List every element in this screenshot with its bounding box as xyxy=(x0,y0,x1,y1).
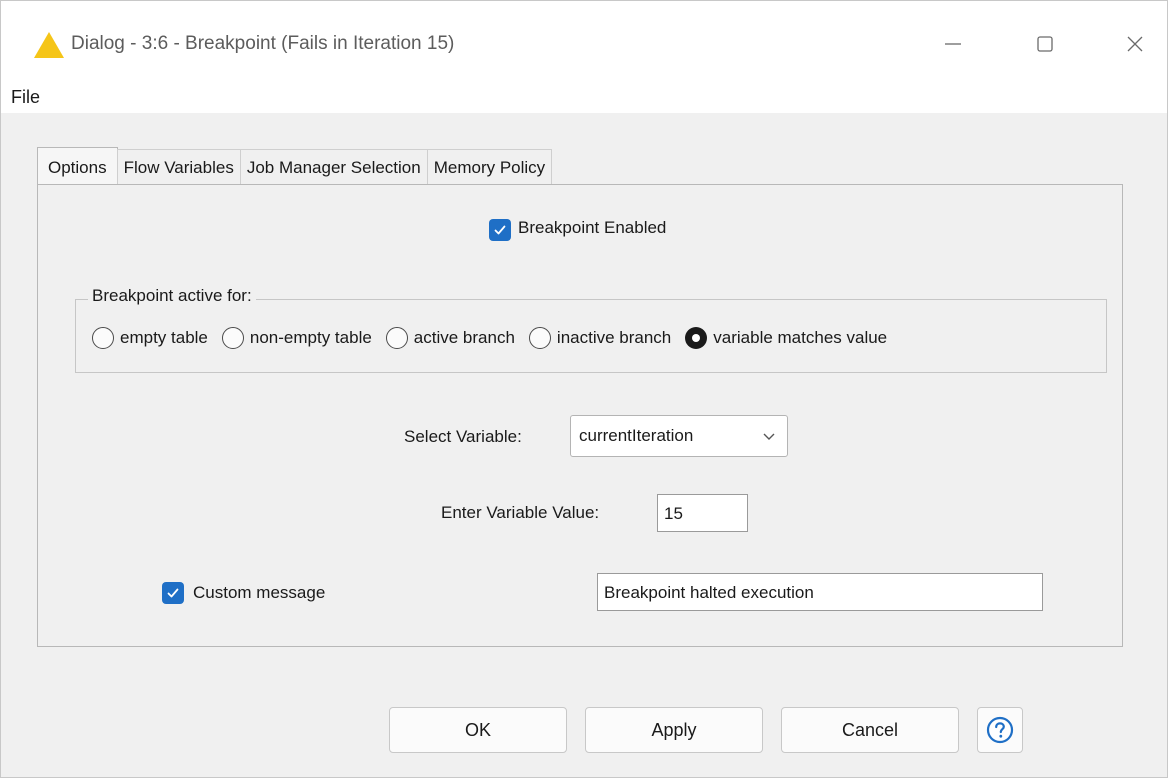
radio-button-selected[interactable] xyxy=(685,327,708,349)
radio-label: variable matches value xyxy=(713,328,888,347)
radio-row: empty table non-empty table active branc… xyxy=(92,327,901,349)
cancel-button[interactable]: Cancel xyxy=(781,707,959,753)
warning-triangle-icon xyxy=(34,32,64,58)
radio-empty-table[interactable]: empty table xyxy=(92,327,208,349)
custom-message-checkbox[interactable] xyxy=(162,582,184,604)
maximize-button[interactable] xyxy=(1015,19,1075,69)
breakpoint-active-group: Breakpoint active for: empty table non-e… xyxy=(75,286,1107,373)
custom-message-label: Custom message xyxy=(193,583,326,602)
radio-variable-matches-value[interactable]: variable matches value xyxy=(685,327,887,349)
radio-non-empty-table[interactable]: non-empty table xyxy=(221,327,372,349)
close-icon xyxy=(1127,36,1143,52)
tab-memory-policy[interactable]: Memory Policy xyxy=(426,149,553,185)
close-button[interactable] xyxy=(1105,19,1165,69)
radio-label: active branch xyxy=(413,328,515,347)
radio-button[interactable] xyxy=(221,327,244,349)
checkmark-icon xyxy=(167,588,179,598)
chevron-down-icon xyxy=(763,433,775,440)
group-title: Breakpoint active for: xyxy=(88,286,256,306)
apply-button[interactable]: Apply xyxy=(585,707,763,753)
radio-label: inactive branch xyxy=(556,328,672,347)
help-button[interactable] xyxy=(977,707,1023,753)
radio-label: empty table xyxy=(120,328,208,347)
tab-flow-variables[interactable]: Flow Variables xyxy=(116,149,241,185)
radio-inactive-branch[interactable]: inactive branch xyxy=(528,327,672,349)
ok-button[interactable]: OK xyxy=(389,707,567,753)
tab-options[interactable]: Options xyxy=(37,147,118,185)
radio-button[interactable] xyxy=(528,327,551,349)
options-panel: Breakpoint Enabled Breakpoint active for… xyxy=(37,184,1123,647)
question-circle-icon xyxy=(986,716,1014,744)
dialog-window: Dialog - 3:6 - Breakpoint (Fails in Iter… xyxy=(0,0,1168,778)
radio-label: non-empty table xyxy=(249,328,372,347)
breakpoint-enabled-checkbox[interactable] xyxy=(489,219,511,241)
breakpoint-enabled-label: Breakpoint Enabled xyxy=(518,218,667,237)
menu-bar: File xyxy=(1,83,1167,113)
radio-button[interactable] xyxy=(92,327,114,349)
select-variable-value: currentIteration xyxy=(579,426,694,445)
select-variable-label: Select Variable: xyxy=(404,427,522,446)
radio-button[interactable] xyxy=(385,327,408,349)
minimize-button[interactable] xyxy=(923,19,983,69)
tab-strip: Options Flow Variables Job Manager Selec… xyxy=(37,147,553,185)
maximize-icon xyxy=(1037,36,1053,52)
tab-job-manager-selection[interactable]: Job Manager Selection xyxy=(239,149,428,185)
window-title: Dialog - 3:6 - Breakpoint (Fails in Iter… xyxy=(71,33,455,54)
variable-value-label: Enter Variable Value: xyxy=(441,503,600,522)
variable-value-input[interactable]: 15 xyxy=(657,494,748,532)
checkmark-icon xyxy=(494,225,506,235)
select-variable-dropdown[interactable]: currentIteration xyxy=(570,415,788,457)
radio-active-branch[interactable]: active branch xyxy=(385,327,515,349)
menu-file[interactable]: File xyxy=(11,87,40,108)
title-bar[interactable]: Dialog - 3:6 - Breakpoint (Fails in Iter… xyxy=(1,1,1167,83)
custom-message-input[interactable]: Breakpoint halted execution xyxy=(597,573,1043,611)
minimize-icon xyxy=(945,43,961,45)
